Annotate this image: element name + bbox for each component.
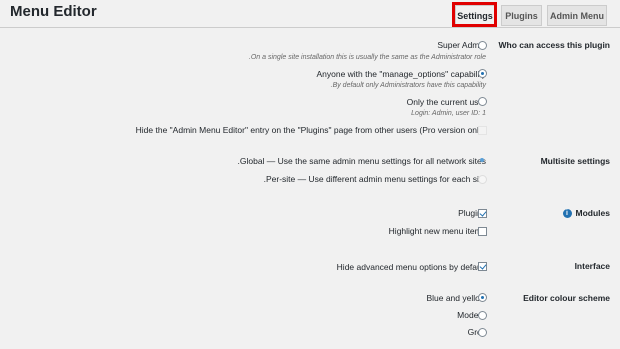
access-option-desc: .By default only Administrators have thi… [330, 82, 486, 89]
checkbox-hide-advanced[interactable] [478, 262, 487, 271]
checkbox-highlight-new[interactable] [478, 227, 487, 236]
tab-admin-menu[interactable]: Admin Menu [547, 5, 607, 26]
radio-grey[interactable] [478, 328, 487, 337]
radio-multisite-per-site[interactable] [478, 175, 487, 184]
radio-current-user[interactable] [478, 97, 487, 106]
modules-heading-text: Modules [575, 208, 610, 218]
section-heading-access: Who can access this plugin [498, 40, 610, 50]
multisite-option-label: .Per-site — Use different admin menu set… [263, 174, 486, 184]
access-option-desc: Login: Admin, user ID: 1 [411, 110, 486, 117]
section-heading-interface: Interface [574, 261, 610, 271]
radio-multisite-global[interactable] [478, 156, 487, 165]
multisite-option-label: .Global — Use the same admin menu settin… [237, 156, 487, 166]
tab-divider [0, 27, 620, 28]
hide-entry-checkbox[interactable] [478, 126, 487, 135]
radio-super-admin[interactable] [478, 41, 487, 50]
access-option-label: Only the current user [406, 97, 486, 107]
radio-modern[interactable] [478, 311, 487, 320]
hide-entry-label: Hide the "Admin Menu Editor" entry on th… [135, 125, 486, 135]
section-heading-colour: Editor colour scheme [523, 293, 610, 303]
radio-blue-yellow[interactable] [478, 293, 487, 302]
tab-plugins[interactable]: Plugins [501, 5, 542, 26]
info-icon: i [562, 209, 572, 219]
access-option-desc: .On a single site installation this is u… [248, 54, 486, 61]
module-label: Highlight new menu items [388, 226, 486, 236]
checkbox-plugins[interactable] [478, 209, 487, 218]
section-heading-multisite: Multisite settings [540, 156, 610, 166]
interface-label: Hide advanced menu options by default [336, 262, 486, 272]
section-heading-modules: i Modules [562, 208, 610, 219]
access-option-label: Anyone with the "manage_options" capabil… [316, 69, 486, 79]
highlight-box [452, 2, 497, 27]
tab-bar: Settings Plugins Admin Menu [0, 0, 620, 28]
radio-manage-options[interactable] [478, 69, 487, 78]
